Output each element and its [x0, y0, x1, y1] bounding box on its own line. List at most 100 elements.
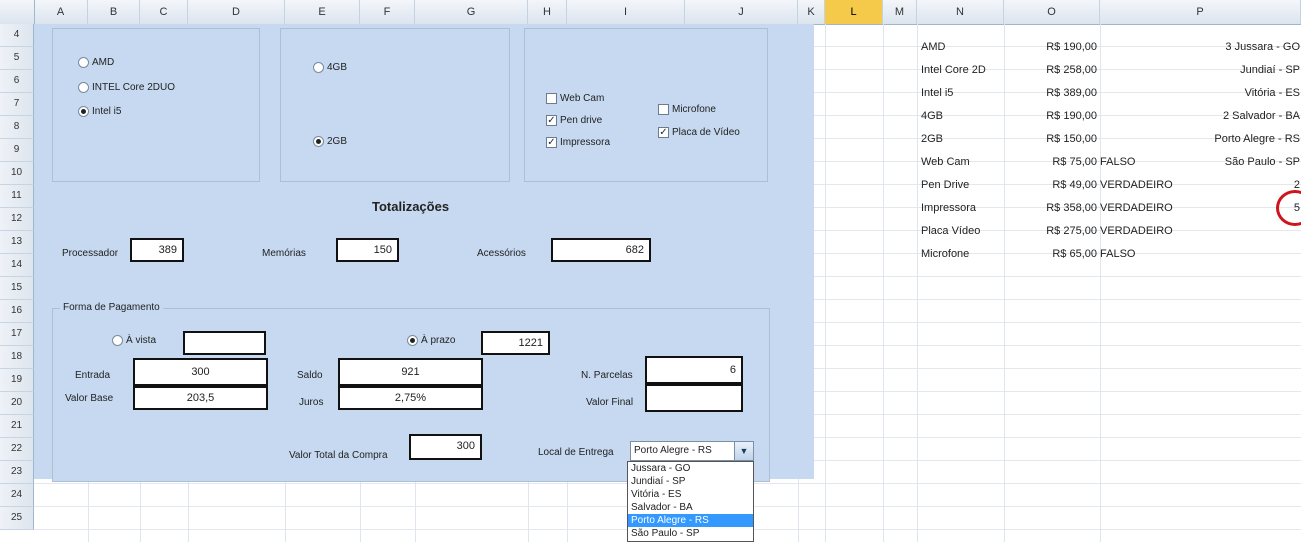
memory-total-field[interactable]: 150: [336, 238, 399, 262]
column-header-i[interactable]: I: [567, 0, 685, 24]
row-header-19[interactable]: 19: [0, 369, 34, 392]
entrada-field[interactable]: 300: [133, 358, 268, 386]
row-header-13[interactable]: 13: [0, 231, 34, 254]
cell-p-value[interactable]: 2: [1188, 176, 1300, 194]
checkbox-placa-de-video[interactable]: ✓ Placa de Vídeo: [658, 127, 740, 138]
cell-item-price[interactable]: R$ 258,00: [1004, 61, 1097, 79]
column-header-e[interactable]: E: [285, 0, 360, 24]
cell-item-price[interactable]: R$ 358,00: [1004, 199, 1097, 217]
row-header-22[interactable]: 22: [0, 438, 34, 461]
cell-item-flag[interactable]: FALSO: [1100, 153, 1188, 171]
radio-4gb[interactable]: 4GB: [313, 62, 347, 73]
valor-final-field[interactable]: [645, 384, 743, 412]
row-header-17[interactable]: 17: [0, 323, 34, 346]
row-header-14[interactable]: 14: [0, 254, 34, 277]
delivery-option[interactable]: Porto Alegre - RS: [628, 514, 753, 527]
cell-item-price[interactable]: R$ 389,00: [1004, 84, 1097, 102]
select-all-corner[interactable]: [0, 0, 35, 24]
cell-item-name[interactable]: Web Cam: [921, 153, 970, 171]
radio-intel-i5[interactable]: Intel i5: [78, 106, 121, 117]
column-header-d[interactable]: D: [188, 0, 285, 24]
cash-value-field[interactable]: [183, 331, 266, 355]
cell-item-price[interactable]: R$ 275,00: [1004, 222, 1097, 240]
cell-p-value[interactable]: Vitória - ES: [1188, 84, 1300, 102]
row-header-11[interactable]: 11: [0, 185, 34, 208]
cell-item-flag[interactable]: VERDADEIRO: [1100, 222, 1188, 240]
row-header-9[interactable]: 9: [0, 139, 34, 162]
delivery-option[interactable]: São Paulo - SP: [628, 527, 753, 540]
delivery-option[interactable]: Jussara - GO: [628, 462, 753, 475]
row-header-24[interactable]: 24: [0, 484, 34, 507]
checkbox-impressora[interactable]: ✓ Impressora: [546, 137, 610, 148]
delivery-option[interactable]: Vitória - ES: [628, 488, 753, 501]
cell-item-price[interactable]: R$ 190,00: [1004, 38, 1097, 56]
row-header-16[interactable]: 16: [0, 300, 34, 323]
radio-intel-core-2duo[interactable]: INTEL Core 2DUO: [78, 82, 175, 93]
parcelas-field[interactable]: 6: [645, 356, 743, 384]
checkbox-microfone[interactable]: Microfone: [658, 104, 716, 115]
cell-item-price[interactable]: R$ 75,00: [1004, 153, 1097, 171]
checkbox-pen-drive[interactable]: ✓ Pen drive: [546, 115, 602, 126]
column-header-f[interactable]: F: [360, 0, 415, 24]
checkbox-web-cam[interactable]: Web Cam: [546, 93, 604, 104]
radio-a-prazo[interactable]: À prazo: [407, 335, 455, 346]
delivery-dropdown-list[interactable]: Jussara - GO Jundiaí - SP Vitória - ES Salv…: [627, 461, 754, 542]
column-header-b[interactable]: B: [88, 0, 140, 24]
row-header-4[interactable]: 4: [0, 24, 34, 47]
cell-item-price[interactable]: R$ 65,00: [1004, 245, 1097, 263]
row-header-15[interactable]: 15: [0, 277, 34, 300]
column-header-h[interactable]: H: [528, 0, 567, 24]
saldo-field[interactable]: 921: [338, 358, 483, 386]
row-header-8[interactable]: 8: [0, 116, 34, 139]
radio-2gb[interactable]: 2GB: [313, 136, 347, 147]
cell-p-value[interactable]: 3 Jussara - GO: [1188, 38, 1300, 56]
row-header-25[interactable]: 25: [0, 507, 34, 530]
cell-item-price[interactable]: R$ 150,00: [1004, 130, 1097, 148]
column-header-n[interactable]: N: [917, 0, 1004, 24]
column-header-k[interactable]: K: [798, 0, 825, 24]
term-value-field[interactable]: 1221: [481, 331, 550, 355]
cell-item-name[interactable]: Intel Core 2D: [921, 61, 986, 79]
column-header-j[interactable]: J: [685, 0, 798, 24]
radio-a-vista[interactable]: À vista: [112, 335, 156, 346]
cell-item-name[interactable]: Pen Drive: [921, 176, 969, 194]
row-header-18[interactable]: 18: [0, 346, 34, 369]
delivery-option[interactable]: Salvador - BA: [628, 501, 753, 514]
column-header-g[interactable]: G: [415, 0, 528, 24]
cell-item-name[interactable]: 4GB: [921, 107, 943, 125]
row-header-7[interactable]: 7: [0, 93, 34, 116]
row-header-5[interactable]: 5: [0, 47, 34, 70]
cell-item-name[interactable]: AMD: [921, 38, 945, 56]
cell-item-name[interactable]: 2GB: [921, 130, 943, 148]
cell-p-value[interactable]: 2 Salvador - BA: [1188, 107, 1300, 125]
cell-item-name[interactable]: Intel i5: [921, 84, 953, 102]
radio-amd[interactable]: AMD: [78, 57, 114, 68]
row-header-6[interactable]: 6: [0, 70, 34, 93]
column-header-c[interactable]: C: [140, 0, 188, 24]
cell-p-value[interactable]: Jundiaí - SP: [1188, 61, 1300, 79]
cell-p-value[interactable]: Porto Alegre - RS: [1188, 130, 1300, 148]
cell-item-name[interactable]: Impressora: [921, 199, 976, 217]
cell-item-price[interactable]: R$ 190,00: [1004, 107, 1097, 125]
row-header-10[interactable]: 10: [0, 162, 34, 185]
delivery-combobox[interactable]: Porto Alegre - RS ▼: [630, 441, 754, 461]
cell-item-flag[interactable]: VERDADEIRO: [1100, 199, 1188, 217]
row-header-23[interactable]: 23: [0, 461, 34, 484]
column-header-m[interactable]: M: [883, 0, 917, 24]
cell-item-flag[interactable]: VERDADEIRO: [1100, 176, 1188, 194]
column-header-l[interactable]: L: [825, 0, 883, 24]
delivery-option[interactable]: Jundiaí - SP: [628, 475, 753, 488]
valor-base-field[interactable]: 203,5: [133, 386, 268, 410]
cell-item-name[interactable]: Microfone: [921, 245, 969, 263]
column-header-o[interactable]: O: [1004, 0, 1100, 24]
row-header-12[interactable]: 12: [0, 208, 34, 231]
total-compra-field[interactable]: 300: [409, 434, 482, 460]
column-header-p[interactable]: P: [1100, 0, 1301, 24]
cell-item-flag[interactable]: FALSO: [1100, 245, 1188, 263]
cell-item-name[interactable]: Placa Vídeo: [921, 222, 980, 240]
processor-total-field[interactable]: 389: [130, 238, 184, 262]
row-header-20[interactable]: 20: [0, 392, 34, 415]
cell-item-price[interactable]: R$ 49,00: [1004, 176, 1097, 194]
row-header-21[interactable]: 21: [0, 415, 34, 438]
juros-field[interactable]: 2,75%: [338, 386, 483, 410]
